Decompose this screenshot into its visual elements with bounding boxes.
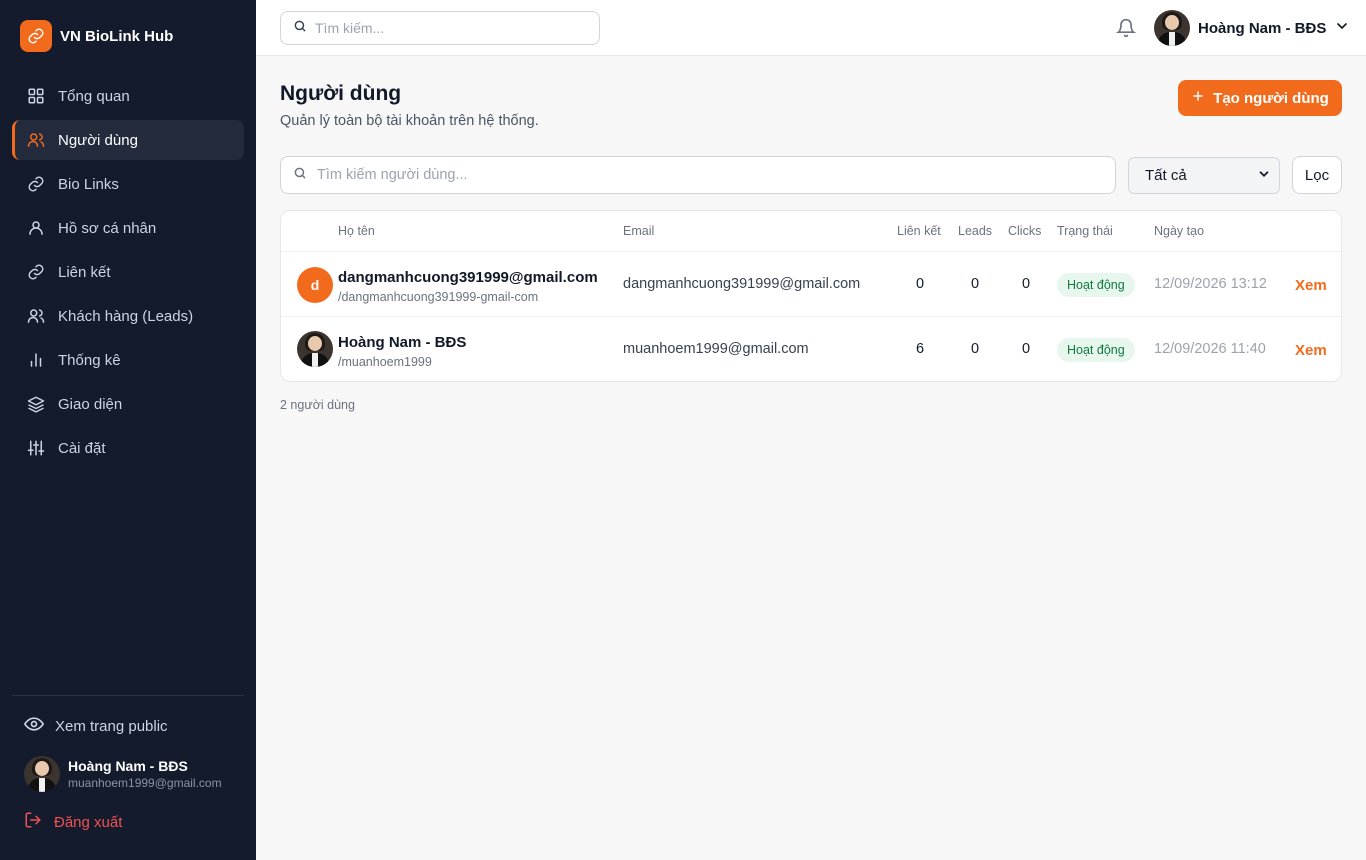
sidebar-divider	[12, 695, 244, 696]
leads-count: 0	[970, 276, 980, 292]
status-filter-value: Tất cả	[1145, 167, 1187, 184]
avatar	[24, 756, 60, 792]
sidebar-user[interactable]: Hoàng Nam - BĐS muanhoem1999@gmail.com	[24, 756, 222, 792]
column-header-clicks[interactable]: Clicks	[1008, 224, 1041, 238]
brand-name: VN BioLink Hub	[60, 27, 174, 45]
created-date: 12/09/2026 13:12	[1154, 276, 1267, 292]
leads-count: 0	[970, 341, 980, 357]
link-logo-icon	[20, 20, 52, 52]
sidebar-item-overview[interactable]: Tổng quan	[12, 76, 244, 116]
user-menu-name: Hoàng Nam - BĐS	[1198, 19, 1327, 37]
table-row[interactable]: d dangmanhcuong391999@gmail.com /dangman…	[281, 251, 1341, 316]
user-slug: /muanhoem1999	[338, 355, 432, 369]
view-user-link[interactable]: Xem	[1295, 277, 1327, 294]
sidebar-item-label: Liên kết	[58, 263, 111, 281]
sidebar-item-label: Thống kê	[58, 351, 121, 369]
sidebar-item-label: Người dùng	[58, 131, 138, 149]
column-header-links[interactable]: Liên kết	[897, 224, 941, 238]
sidebar-item-label: Cài đặt	[58, 439, 106, 457]
search-icon	[293, 19, 307, 38]
link-icon	[26, 174, 46, 194]
sidebar-item-label: Khách hàng (Leads)	[58, 307, 194, 325]
view-public-page-link[interactable]: Xem trang public	[23, 714, 168, 738]
links-count: 0	[915, 276, 925, 292]
logout-label: Đăng xuất	[54, 813, 123, 831]
status-filter-select[interactable]: Tất cả	[1128, 157, 1280, 194]
view-public-page-label: Xem trang public	[55, 717, 168, 735]
created-date: 12/09/2026 11:40	[1154, 341, 1266, 357]
chevron-down-icon	[1257, 167, 1271, 185]
sidebar-item-settings[interactable]: Cài đặt	[12, 428, 244, 468]
sidebar-item-stats[interactable]: Thống kê	[12, 340, 244, 380]
user-search[interactable]	[280, 156, 1116, 194]
global-search-input[interactable]	[315, 20, 575, 36]
column-header-name[interactable]: Họ tên	[338, 224, 375, 238]
search-icon	[293, 166, 307, 185]
clicks-count: 0	[1021, 276, 1031, 292]
page-subtitle: Quản lý toàn bộ tài khoản trên hệ thống.	[280, 113, 539, 129]
user-search-input[interactable]	[317, 167, 1097, 183]
status-badge: Hoạt động	[1057, 338, 1135, 362]
topbar: Hoàng Nam - BĐS	[256, 0, 1366, 56]
sidebar-item-label: Bio Links	[58, 175, 119, 193]
avatar	[297, 331, 333, 367]
avatar: d	[297, 267, 333, 303]
sidebar-item-profile[interactable]: Hồ sơ cá nhân	[12, 208, 244, 248]
bar-chart-icon	[26, 350, 46, 370]
view-user-link[interactable]: Xem	[1295, 342, 1327, 359]
bell-icon[interactable]	[1115, 18, 1137, 38]
column-header-email[interactable]: Email	[623, 224, 654, 238]
column-header-leads[interactable]: Leads	[958, 224, 992, 238]
column-header-status[interactable]: Trạng thái	[1057, 224, 1113, 238]
user-email: muanhoem1999@gmail.com	[623, 341, 809, 357]
logout-button[interactable]: Đăng xuất	[24, 810, 122, 834]
user-count: 2 người dùng	[280, 398, 355, 412]
sidebar-item-leads[interactable]: Khách hàng (Leads)	[12, 296, 244, 336]
sidebar-item-links[interactable]: Liên kết	[12, 252, 244, 292]
sidebar-item-bio-links[interactable]: Bio Links	[12, 164, 244, 204]
sidebar-item-label: Giao diện	[58, 395, 123, 413]
avatar	[1154, 10, 1190, 46]
sidebar-nav: Tổng quan Người dùng Bio Links Hồ sơ cá …	[12, 76, 244, 472]
clicks-count: 0	[1021, 341, 1031, 357]
sliders-icon	[26, 438, 46, 458]
filter-button[interactable]: Lọc	[1292, 156, 1342, 194]
sidebar-item-appearance[interactable]: Giao diện	[12, 384, 244, 424]
create-user-button[interactable]: Tạo người dùng	[1178, 80, 1342, 116]
table-row[interactable]: Hoàng Nam - BĐS /muanhoem1999 muanhoem19…	[281, 316, 1341, 381]
links-count: 6	[915, 341, 925, 357]
users-table: Họ tên Email Liên kết Leads Clicks Trạng…	[280, 210, 1342, 382]
page-title: Người dùng	[280, 82, 402, 105]
create-user-label: Tạo người dùng	[1213, 89, 1329, 107]
sidebar-item-label: Tổng quan	[58, 87, 130, 105]
global-search[interactable]	[280, 11, 600, 45]
users-icon	[26, 306, 46, 326]
user-name: dangmanhcuong391999@gmail.com	[338, 269, 598, 286]
sidebar: VN BioLink Hub Tổng quan Người dùng Bio …	[0, 0, 256, 860]
sidebar-item-label: Hồ sơ cá nhân	[58, 219, 157, 237]
user-slug: /dangmanhcuong391999-gmail-com	[338, 290, 539, 304]
column-header-created[interactable]: Ngày tạo	[1154, 224, 1204, 238]
chevron-down-icon	[1334, 18, 1350, 39]
user-menu[interactable]: Hoàng Nam - BĐS	[1154, 10, 1350, 46]
user-name: Hoàng Nam - BĐS	[338, 334, 467, 351]
sidebar-user-name: Hoàng Nam - BĐS	[68, 758, 188, 774]
plus-icon	[1191, 89, 1205, 107]
logout-icon	[24, 811, 42, 833]
sidebar-user-email: muanhoem1999@gmail.com	[68, 776, 222, 790]
users-icon	[26, 130, 46, 150]
brand[interactable]: VN BioLink Hub	[20, 20, 173, 52]
layers-icon	[26, 394, 46, 414]
user-email: dangmanhcuong391999@gmail.com	[623, 276, 861, 292]
user-icon	[26, 218, 46, 238]
eye-icon	[23, 714, 45, 738]
status-badge: Hoạt động	[1057, 273, 1135, 297]
link-icon	[26, 262, 46, 282]
grid-icon	[26, 86, 46, 106]
sidebar-item-users[interactable]: Người dùng	[12, 120, 244, 160]
